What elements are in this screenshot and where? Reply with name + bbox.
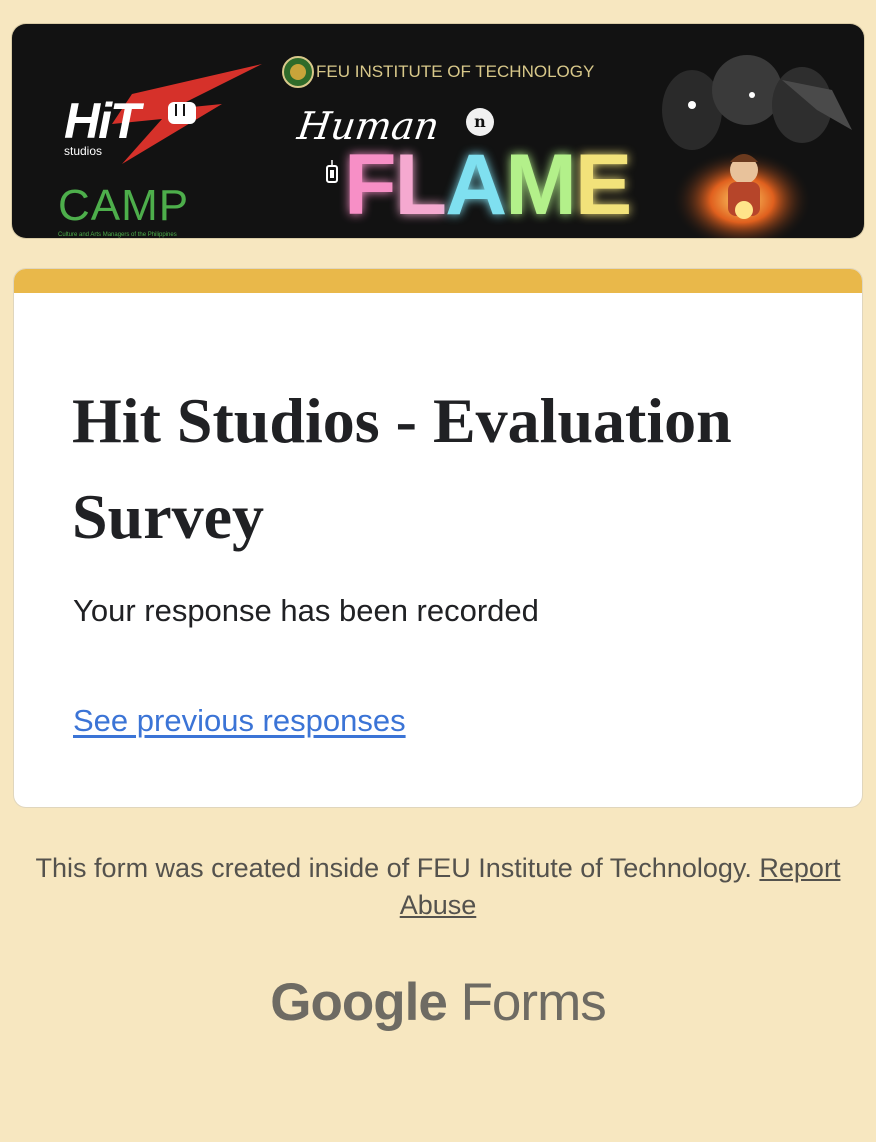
- institution-title: FEU INSTITUTE OF TECHNOLOGY: [316, 62, 595, 81]
- see-previous-responses-link[interactable]: See previous responses: [73, 703, 406, 739]
- camp-logo: CAMP: [58, 181, 190, 230]
- camp-subtitle: Culture and Arts Managers of the Philipp…: [58, 232, 177, 238]
- footer-note: This form was created inside of FEU Inst…: [0, 850, 876, 924]
- shadow-figures-illustration: [662, 55, 852, 238]
- feu-seal-icon: [282, 56, 314, 88]
- flame-letter: L: [394, 137, 448, 233]
- header-banner-image: HiT studios CAMP Culture and Arts Manage…: [12, 24, 864, 238]
- hit-studios-logo: HiT: [64, 93, 141, 149]
- card-accent-bar: [14, 269, 862, 293]
- lantern-icon: [326, 160, 338, 183]
- event-n-badge: n: [466, 108, 494, 136]
- hit-studios-label: studios: [64, 144, 103, 158]
- response-card: Hit Studios - Evaluation Survey Your res…: [14, 269, 862, 807]
- flame-letter: A: [445, 137, 507, 233]
- event-flame-title: FLAME: [344, 137, 632, 233]
- forms-wordmark: Forms: [460, 973, 607, 1032]
- form-title: Hit Studios - Evaluation Survey: [72, 385, 732, 552]
- google-forms-logo[interactable]: Google Forms: [0, 972, 876, 1033]
- flame-letter: M: [505, 137, 577, 233]
- flame-letter: E: [574, 137, 632, 233]
- confirmation-message: Your response has been recorded: [73, 593, 539, 628]
- flame-letter: F: [344, 137, 397, 233]
- footer-note-text: This form was created inside of FEU Inst…: [35, 853, 752, 883]
- google-wordmark: Google: [270, 973, 448, 1032]
- fist-icon: [168, 102, 196, 124]
